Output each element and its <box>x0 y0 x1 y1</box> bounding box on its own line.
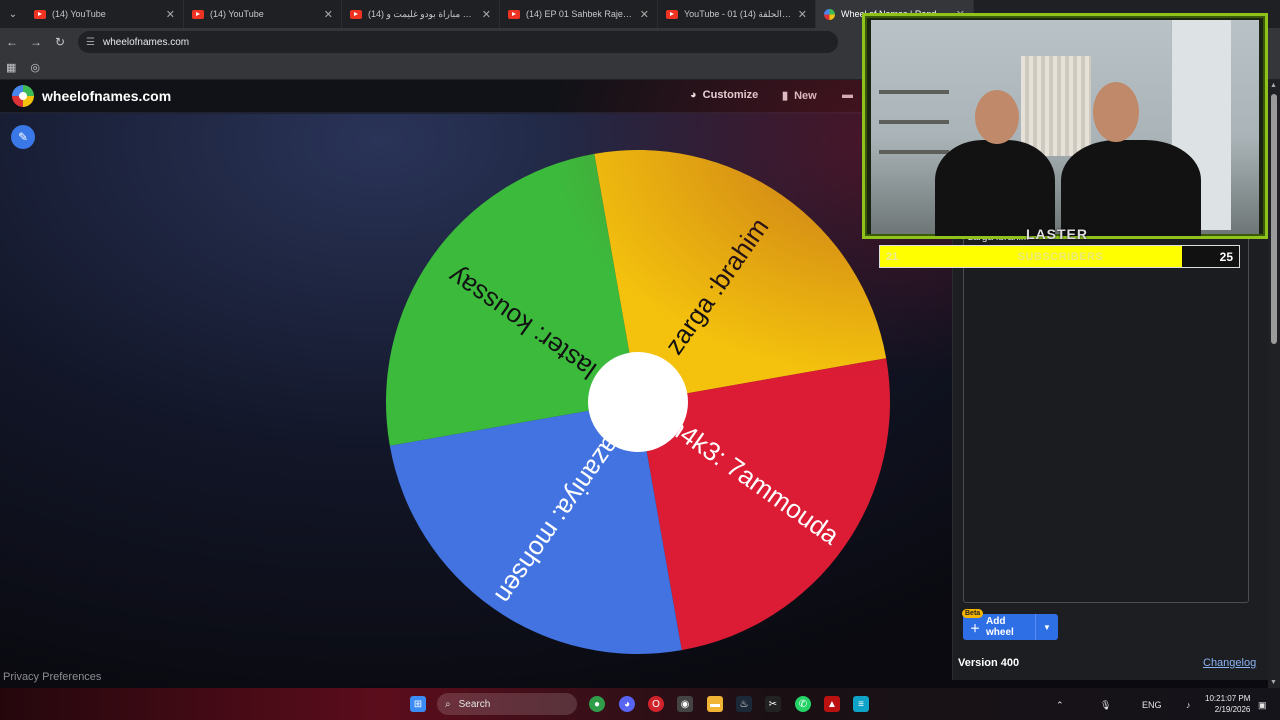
discord-icon[interactable]: ◕ <box>619 696 635 712</box>
file-icon: ▮ <box>782 90 789 102</box>
edit-title-button[interactable]: ✎ <box>11 125 35 149</box>
webcam-feed <box>871 20 1259 236</box>
back-icon[interactable]: ← <box>0 35 24 49</box>
open-button[interactable]: ▬ <box>842 89 853 101</box>
person-right <box>1061 140 1201 236</box>
close-tab-icon[interactable]: ✕ <box>166 8 175 21</box>
reload-icon[interactable]: ↻ <box>48 35 72 49</box>
browser-tab[interactable]: (14) YouTube ✕ <box>26 0 184 28</box>
chevron-down-icon[interactable]: ▼ <box>1036 623 1058 632</box>
volume-icon[interactable]: ♪ <box>1186 700 1191 710</box>
wheelofnames-logo <box>12 85 34 107</box>
search-icon: ⌕ <box>445 698 451 710</box>
cam-logo: LASTER <box>1026 226 1088 242</box>
globe-icon[interactable]: ◎ <box>30 61 40 74</box>
palette-icon: ◕ <box>690 89 697 101</box>
scroll-up-icon[interactable]: ▲ <box>1270 82 1277 89</box>
notepad-icon[interactable]: ≡ <box>853 696 869 712</box>
language-indicator[interactable]: ENG <box>1142 700 1162 710</box>
browser-tab[interactable]: YouTube - 01 كلاش | الحلقة (14)✕ <box>658 0 816 28</box>
new-button[interactable]: ▮ New <box>782 89 817 103</box>
scroll-thumb[interactable] <box>1271 94 1277 344</box>
webcam-overlay <box>862 13 1268 239</box>
taskbar-clock[interactable]: 10:21:07 PM 2/19/2026 <box>1205 693 1250 715</box>
youtube-icon <box>508 9 520 19</box>
youtube-icon <box>666 9 678 19</box>
forward-icon[interactable]: → <box>24 35 48 49</box>
tray-chevron-icon[interactable]: ⌃ <box>1056 700 1064 711</box>
browser-tab[interactable]: (14) ملخص مباراة بودو غليمت و...✕ <box>342 0 500 28</box>
youtube-icon <box>34 9 46 19</box>
mic-icon[interactable]: 🎙 <box>1100 700 1111 711</box>
file-explorer-icon[interactable]: ▬ <box>707 696 723 712</box>
wheel-favicon <box>824 8 835 20</box>
room-window <box>1021 56 1091 156</box>
person-left <box>935 140 1055 236</box>
wheel-center[interactable] <box>588 352 688 452</box>
page-scrollbar[interactable]: ▲ ▼ <box>1268 80 1280 688</box>
youtube-icon <box>350 9 362 19</box>
close-tab-icon[interactable]: ✕ <box>482 8 491 21</box>
opera-icon[interactable]: O <box>648 696 664 712</box>
privacy-preferences-link[interactable]: Privacy Preferences <box>3 671 101 683</box>
close-tab-icon[interactable]: ✕ <box>798 8 807 21</box>
capcut-icon[interactable]: ✂ <box>765 696 781 712</box>
wheel[interactable]: zarga :brahimh4k3: 7ammoudalazaniya: moh… <box>380 144 900 664</box>
tab-search-icon[interactable]: ⌄ <box>0 0 26 28</box>
notification-icon[interactable]: ▣ <box>1258 700 1267 711</box>
windows-start-icon[interactable]: ⊞ <box>410 696 426 712</box>
url-field[interactable]: ☰ wheelofnames.com <box>78 31 838 53</box>
brand-title[interactable]: wheelofnames.com <box>42 88 171 104</box>
customize-button[interactable]: ◕ Customize <box>690 89 758 101</box>
url-text: wheelofnames.com <box>102 36 190 48</box>
taskbar: ⊞ ● ◕ O ◉ ▬ ♨ ✂ ✆ ▲ ≡ <box>0 688 1280 720</box>
browser-tab[interactable]: (14) YouTube ✕ <box>184 0 342 28</box>
taskbar-search[interactable]: ⌕ Search <box>437 693 577 715</box>
beta-badge: Beta <box>962 609 984 618</box>
pencil-icon: ✎ <box>17 130 29 144</box>
steam-icon[interactable]: ♨ <box>736 696 752 712</box>
sub-label: SUBSCRIBERS <box>1017 250 1104 263</box>
sub-goal-count: 25 <box>1219 249 1233 264</box>
folder-icon: ▬ <box>842 89 853 101</box>
changelog-link[interactable]: Changelog <box>1203 657 1256 669</box>
plus-icon: ＋ <box>970 623 980 635</box>
close-tab-icon[interactable]: ✕ <box>640 8 649 21</box>
browser-tab[interactable]: (14) EP 01 Sahbek Rajel 2 | 2 ...✕ <box>500 0 658 28</box>
apps-grid-icon[interactable]: ▦ <box>6 61 16 74</box>
subscriber-goal-bar: 21 SUBSCRIBERS 25 <box>879 245 1240 268</box>
obs-icon[interactable]: ◉ <box>677 696 693 712</box>
youtube-icon <box>192 9 204 19</box>
version-label: Version 400 <box>958 657 1020 669</box>
entries-textbox[interactable] <box>963 230 1249 603</box>
whatsapp-icon[interactable]: ✆ <box>795 696 811 712</box>
chrome-icon[interactable]: ● <box>589 696 605 712</box>
scroll-down-icon[interactable]: ▼ <box>1270 679 1277 686</box>
site-info-icon[interactable]: ☰ <box>86 37 95 48</box>
close-tab-icon[interactable]: ✕ <box>324 8 333 21</box>
app-icon[interactable]: ▲ <box>824 696 840 712</box>
